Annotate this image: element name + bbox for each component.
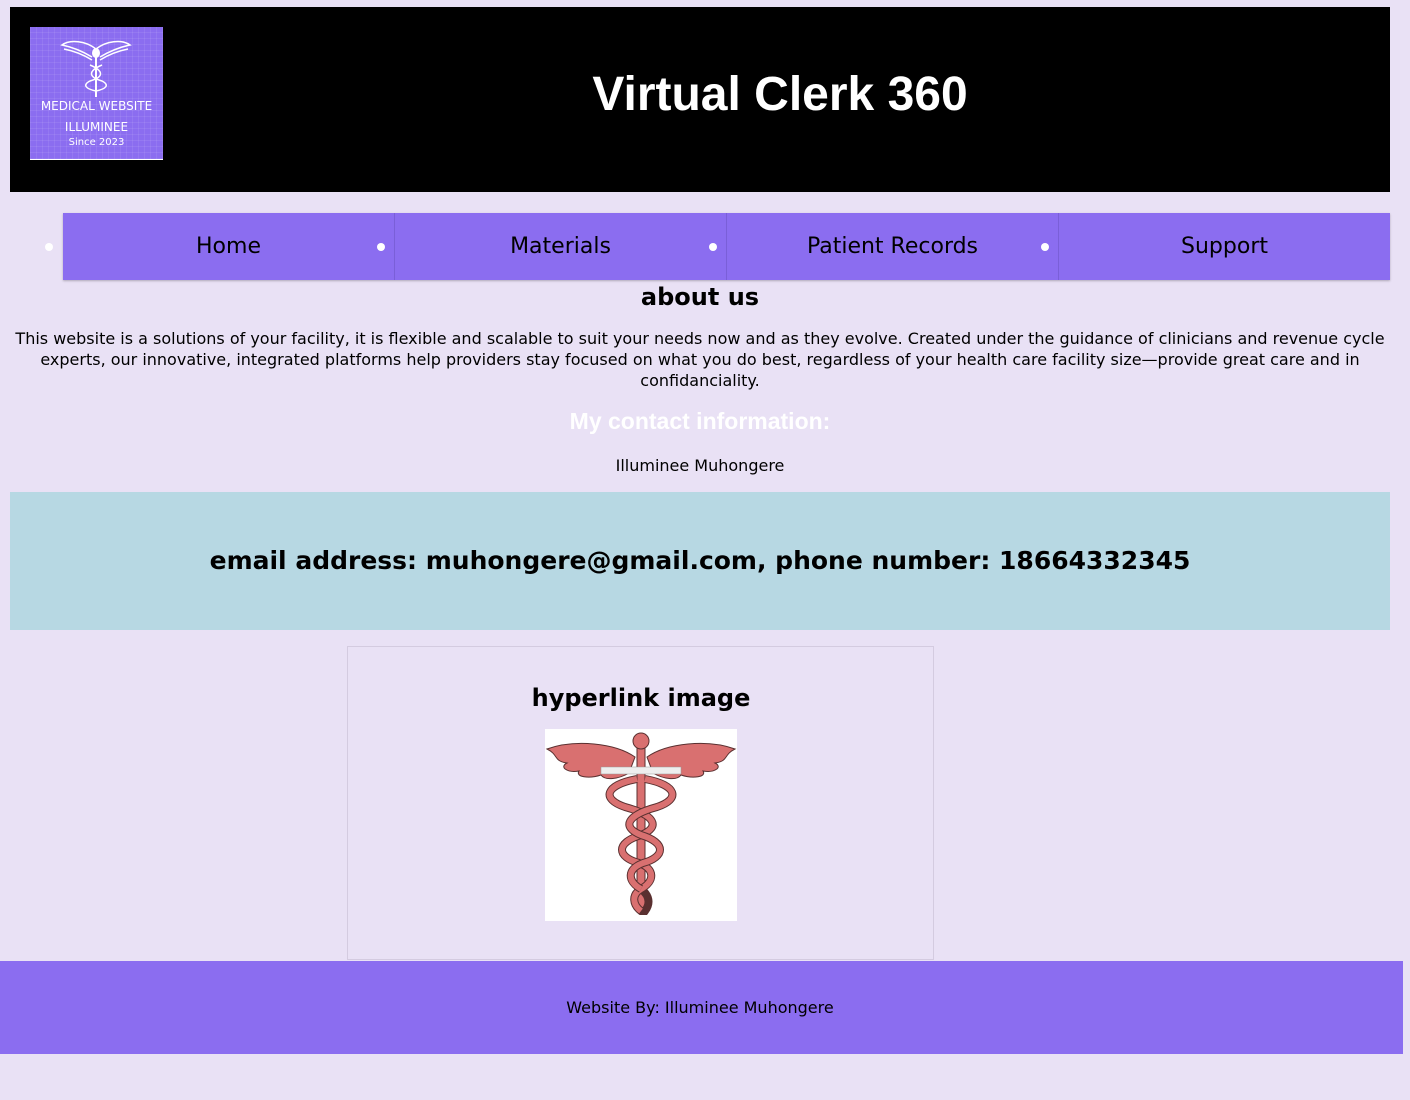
nav-item-support[interactable]: Support <box>1041 213 1390 280</box>
about-paragraph: This website is a solutions of your faci… <box>15 329 1385 390</box>
main-nav: Home Materials Patient Records Support <box>45 213 1390 280</box>
card-title: hyperlink image <box>531 684 751 712</box>
nav-item-label: Support <box>1181 234 1268 259</box>
logo-line-3: Since 2023 <box>68 137 125 148</box>
nav-item-home[interactable]: Home <box>45 213 395 280</box>
nav-item-label: Home <box>196 234 261 259</box>
contact-name: Illuminee Muhongere <box>615 456 785 475</box>
site-header: MEDICAL WEBSITE ILLUMINEE Since 2023 Vir… <box>10 7 1390 192</box>
nav-item-label: Patient Records <box>806 234 979 259</box>
caduceus-icon <box>545 732 737 915</box>
nav-item-label: Materials <box>510 234 611 259</box>
bullet-icon <box>45 243 53 251</box>
contact-details: email address: muhongere@gmail.com, phon… <box>209 546 1191 575</box>
footer-credit: Website By: Illuminee Muhongere <box>566 998 834 1017</box>
bullet-icon <box>1041 243 1049 251</box>
logo-line-1: MEDICAL WEBSITE <box>40 99 153 113</box>
nav-item-materials[interactable]: Materials <box>377 213 727 280</box>
bullet-icon <box>377 243 385 251</box>
site-logo: MEDICAL WEBSITE ILLUMINEE Since 2023 <box>30 27 163 160</box>
bullet-icon <box>709 243 717 251</box>
site-title: Virtual Clerk 360 <box>592 68 968 121</box>
nav-item-patient-records[interactable]: Patient Records <box>709 213 1059 280</box>
about-heading: about us <box>640 283 760 311</box>
hyperlink-image[interactable] <box>545 729 737 921</box>
contact-heading: My contact information: <box>569 408 831 434</box>
logo-line-2: ILLUMINEE <box>64 120 129 134</box>
